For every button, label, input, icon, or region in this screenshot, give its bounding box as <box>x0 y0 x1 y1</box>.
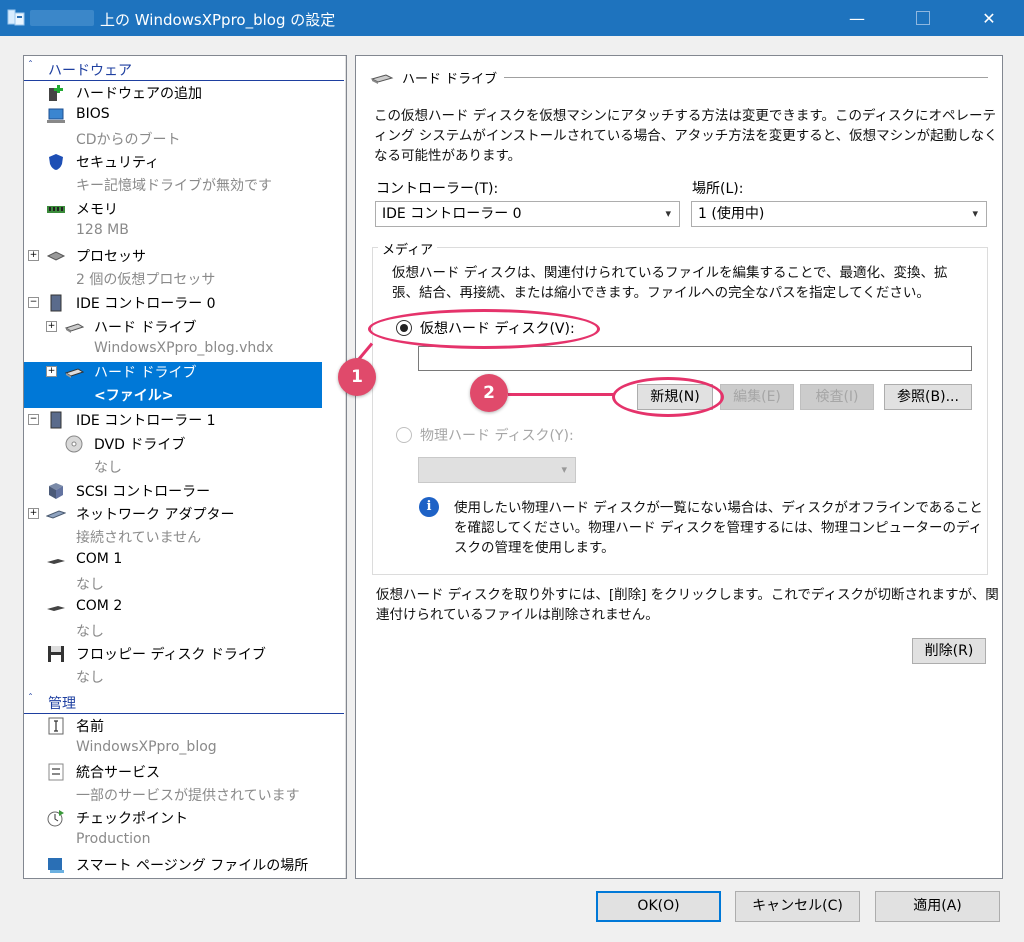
expand-plus-icon[interactable]: + <box>28 508 39 519</box>
window-title: 上の WindowsXPpro_blog の設定 <box>100 11 336 29</box>
collapse-minus-icon[interactable]: − <box>28 414 39 425</box>
collapse-chevron-icon: ˆ <box>28 60 33 71</box>
controller-select[interactable]: IDE コントローラー 0 ▾ <box>375 201 680 227</box>
tree-item-processor[interactable]: + プロセッサ 2 個の仮想プロセッサ <box>24 246 322 292</box>
hard-drive-icon <box>64 323 84 333</box>
media-legend: メディア <box>378 239 438 258</box>
ok-button[interactable]: OK(O) <box>596 891 721 922</box>
expand-plus-icon[interactable]: + <box>46 321 57 332</box>
integration-services-icon <box>48 763 64 781</box>
chevron-down-icon: ▾ <box>561 463 567 476</box>
checkpoint-icon <box>47 810 64 827</box>
group-divider <box>504 77 988 78</box>
tree-item-integration-services[interactable]: 統合サービス 一部のサービスが提供されています <box>24 762 322 808</box>
management-section-header[interactable]: ˆ 管理 <box>24 691 344 714</box>
cancel-button[interactable]: キャンセル(C) <box>735 891 860 922</box>
physical-disk-select[interactable]: ▾ <box>418 457 576 483</box>
tree-item-floppy-drive[interactable]: フロッピー ディスク ドライブ なし <box>24 644 322 690</box>
network-adapter-icon <box>46 510 66 519</box>
tree-item-security[interactable]: セキュリティ キー記憶域ドライブが無効です <box>24 152 322 198</box>
inspect-button[interactable]: 検査(I) <box>800 384 874 410</box>
highlight-ellipse-new-button <box>612 377 724 417</box>
tree-item-add-hardware[interactable]: ハードウェアの追加 <box>24 83 322 105</box>
hard-drive-icon <box>64 368 84 378</box>
tree-item-network-adapter[interactable]: + ネットワーク アダプター 接続されていません <box>24 504 322 550</box>
close-button[interactable]: ✕ <box>966 0 1012 36</box>
processor-icon <box>46 251 66 261</box>
smart-paging-icon <box>48 858 64 873</box>
tree-item-ide-controller-0[interactable]: − IDE コントローラー 0 <box>24 293 322 315</box>
remove-description: 仮想ハード ディスクを取り外すには、[削除] をクリックします。これでディスクが… <box>376 587 999 623</box>
chevron-down-icon: ▾ <box>972 207 978 220</box>
title-bar: 上の WindowsXPpro_blog の設定 — ✕ <box>0 0 1024 36</box>
tree-item-scsi-controller[interactable]: SCSI コントローラー <box>24 481 322 503</box>
settings-tree: ˆ ハードウェア ハードウェアの追加 BIOS CDからのブート セキュリティ … <box>23 55 347 879</box>
bios-icon <box>47 108 65 123</box>
com-port-icon <box>47 559 65 564</box>
tree-scrollbar[interactable]: ▲ ▼ <box>345 56 347 878</box>
hard-drive-settings-panel: ハード ドライブ この仮想ハード ディスクを仮想マシンにアタッチする方法は変更で… <box>355 55 1003 879</box>
location-select[interactable]: 1 (使用中) ▾ <box>691 201 987 227</box>
tree-item-com2[interactable]: COM 2 なし <box>24 598 322 644</box>
group-title: ハード ドライブ <box>370 68 497 87</box>
info-icon: i <box>419 497 439 517</box>
tree-item-hard-drive-1[interactable]: + ハード ドライブ WindowsXPpro_blog.vhdx <box>24 317 322 363</box>
location-label: 場所(L): <box>692 181 744 197</box>
tree-item-hard-drive-2-selected[interactable]: + ハード ドライブ <ファイル> <box>24 362 322 408</box>
tree-item-com1[interactable]: COM 1 なし <box>24 551 322 597</box>
remove-button[interactable]: 削除(R) <box>912 638 986 664</box>
hyperv-settings-icon <box>7 9 25 26</box>
floppy-icon <box>48 646 64 662</box>
ide-controller-icon <box>50 294 62 312</box>
media-description: 仮想ハード ディスクは、関連付けられているファイルを編集することで、最適化、変換… <box>392 265 948 301</box>
minimize-button[interactable]: — <box>834 0 880 36</box>
chevron-down-icon: ▾ <box>665 207 671 220</box>
maximize-button[interactable] <box>900 0 946 36</box>
annotation-badge-2: 2 <box>470 374 508 412</box>
browse-button[interactable]: 参照(B)... <box>884 384 972 410</box>
memory-icon <box>47 206 65 213</box>
physical-disk-label: 物理ハード ディスク(Y): <box>420 428 574 444</box>
tree-item-checkpoint[interactable]: チェックポイント Production <box>24 808 322 854</box>
collapse-minus-icon[interactable]: − <box>28 297 39 308</box>
ide-controller-icon <box>50 411 62 429</box>
annotation-line-2 <box>508 393 614 396</box>
name-field-icon <box>48 717 64 735</box>
tree-item-ide-controller-1[interactable]: − IDE コントローラー 1 <box>24 410 322 432</box>
physical-disk-radio[interactable] <box>396 427 412 443</box>
apply-button[interactable]: 適用(A) <box>875 891 1000 922</box>
controller-label: コントローラー(T): <box>376 181 499 197</box>
tree-item-name[interactable]: 名前 WindowsXPpro_blog <box>24 716 322 762</box>
tree-item-bios[interactable]: BIOS CDからのブート <box>24 106 322 152</box>
virtual-disk-path-input[interactable] <box>418 346 972 371</box>
tree-item-memory[interactable]: メモリ 128 MB <box>24 199 322 245</box>
shield-icon <box>49 154 63 170</box>
redacted-host-name <box>30 10 94 26</box>
annotation-badge-1: 1 <box>338 358 376 396</box>
scroll-up-icon[interactable]: ▲ <box>346 56 347 74</box>
collapse-chevron-icon: ˆ <box>28 693 33 704</box>
tree-item-dvd-drive[interactable]: DVD ドライブ なし <box>24 434 322 480</box>
hardware-section-header[interactable]: ˆ ハードウェア <box>24 58 344 81</box>
expand-plus-icon[interactable]: + <box>28 250 39 261</box>
hard-drive-icon <box>370 73 394 84</box>
maximize-icon <box>916 11 930 25</box>
intro-text: この仮想ハード ディスクを仮想マシンにアタッチする方法は変更できます。このディス… <box>374 108 998 164</box>
com-port-icon <box>47 606 65 611</box>
edit-button[interactable]: 編集(E) <box>720 384 794 410</box>
highlight-ellipse-virtual-disk <box>368 309 600 349</box>
dvd-icon <box>65 435 83 453</box>
physical-disk-info-text: 使用したい物理ハード ディスクが一覧にない場合は、ディスクがオフラインであること… <box>454 500 983 556</box>
scroll-down-icon[interactable]: ▼ <box>346 860 347 878</box>
tree-item-smart-paging[interactable]: スマート ページング ファイルの場所 <box>24 855 322 877</box>
add-hardware-icon <box>49 85 63 101</box>
scsi-controller-icon <box>49 483 63 499</box>
expand-plus-icon[interactable]: + <box>46 366 57 377</box>
